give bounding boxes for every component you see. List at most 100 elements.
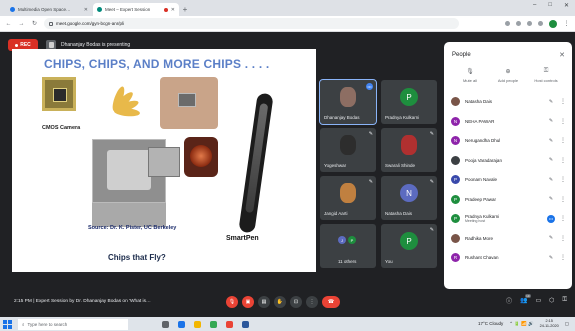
participant-tile-yogeshwar[interactable]: ✎ Yogeshwar xyxy=(320,128,376,172)
more-options-icon[interactable]: ⋮ xyxy=(560,137,566,144)
list-item[interactable]: N Nerugandha Dhul ✎ ⋮ xyxy=(444,131,572,151)
list-item[interactable]: N NEHA PAWAR ✎ ⋮ xyxy=(444,112,572,132)
forward-arrow-icon[interactable]: → xyxy=(18,21,25,27)
camera-off-button[interactable]: ▣ xyxy=(242,296,254,308)
notification-icon[interactable]: ▢ xyxy=(565,321,569,327)
more-options-icon[interactable]: ⋮ xyxy=(560,98,566,105)
edge-icon[interactable] xyxy=(178,320,185,328)
participant-avatar: P xyxy=(451,214,460,224)
close-icon[interactable]: ✕ xyxy=(559,51,565,59)
participant-tile-pradnya[interactable]: P Pradnya Kulkarni xyxy=(381,80,437,124)
call-controls: 🎙 ▣ ▤ ✋ ⊡ ⋮ ☎ xyxy=(226,296,340,308)
back-arrow-icon[interactable]: ← xyxy=(5,21,12,27)
more-options-icon[interactable]: ⋮ xyxy=(560,235,566,242)
extensions-puzzle-icon[interactable] xyxy=(538,21,543,26)
meet-favicon-icon xyxy=(97,7,102,12)
browser-tab-strip: Multimedia Open Space… ✕ Meet – Expert S… xyxy=(0,0,575,16)
mini-avatar: J xyxy=(338,236,346,244)
clock[interactable]: 2:15 24-11-2020 xyxy=(540,319,559,328)
more-options-icon[interactable]: ⋮ xyxy=(560,196,566,203)
host-subtitle: Meeting host xyxy=(465,219,486,224)
list-item[interactable]: P Pradeep Pawar ✎ ⋮ xyxy=(444,190,572,210)
minimize-button[interactable]: – xyxy=(533,2,536,9)
add-people-button[interactable]: ⊕ Add people xyxy=(490,68,526,90)
activities-icon[interactable]: ⬡ xyxy=(549,297,554,304)
mic-muted-icon: ✎ xyxy=(548,137,554,144)
mic-off-button[interactable]: 🎙 xyxy=(226,296,238,308)
file-explorer-icon[interactable] xyxy=(194,320,201,328)
extension-icon[interactable] xyxy=(527,21,532,26)
chip-on-finger-image xyxy=(160,77,218,129)
more-options-icon[interactable]: ⋮ xyxy=(560,176,566,183)
address-bar[interactable]: meet.google.com/gyn-bcgn-anr/pli xyxy=(44,18,459,29)
participant-tile-swarali[interactable]: ✎ Swarali Shinde xyxy=(381,128,437,172)
participant-list: Natasha Dais ✎ ⋮ N NEHA PAWAR ✎ ⋮ N Neru… xyxy=(444,90,572,268)
close-window-button[interactable]: ✕ xyxy=(564,2,569,9)
participant-tile-jangid[interactable]: ✎ Jangid Aarti xyxy=(320,176,376,220)
captions-button[interactable]: ▤ xyxy=(258,296,270,308)
word-icon[interactable] xyxy=(242,320,249,328)
taskbar-search[interactable]: ⌕ Type here to search xyxy=(18,318,128,330)
list-item[interactable]: Radhika More ✎ ⋮ xyxy=(444,229,572,249)
meeting-info: 2:15 PM | Expert Session by Dr. Dhananja… xyxy=(14,299,151,304)
participant-photo xyxy=(340,135,356,155)
more-options-icon[interactable]: ⋮ xyxy=(560,157,566,164)
mute-all-label: Mute all xyxy=(462,78,477,83)
participant-avatar: P xyxy=(400,88,418,106)
list-item[interactable]: R Rushant Chavan ✎ ⋮ xyxy=(444,248,572,268)
maximize-button[interactable]: □ xyxy=(548,2,552,9)
people-button[interactable]: 👥 xyxy=(520,294,532,304)
profile-avatar[interactable] xyxy=(549,19,557,28)
list-item[interactable]: Pooja Varadarajan ✎ ⋮ xyxy=(444,151,572,171)
browser-toolbar: ← → ↻ meet.google.com/gyn-bcgn-anr/pli ⋮ xyxy=(0,16,575,32)
more-options-icon[interactable]: ⋮ xyxy=(560,215,566,222)
sem-inset-image xyxy=(148,147,180,177)
host-lock-icon[interactable]: ⚿ xyxy=(562,297,567,304)
more-options-icon[interactable]: ⋮ xyxy=(560,254,566,261)
participant-tile-others[interactable]: J P 11 others xyxy=(320,224,376,268)
mic-muted-icon: ✎ xyxy=(548,176,554,183)
browser-tab-1[interactable]: Multimedia Open Space… ✕ xyxy=(6,3,92,16)
task-view-icon[interactable] xyxy=(162,320,169,328)
participant-avatar: P xyxy=(451,194,460,204)
new-tab-button[interactable]: + xyxy=(180,3,190,16)
tab-close-icon[interactable]: ✕ xyxy=(84,7,88,13)
window-controls: – □ ✕ xyxy=(533,2,569,9)
host-controls-icon: ⚿ xyxy=(543,68,549,74)
browser-menu-icon[interactable]: ⋮ xyxy=(563,20,570,27)
participant-tile-natasha[interactable]: ✎ N Natasha Dais xyxy=(381,176,437,220)
more-options-icon[interactable]: ⋮ xyxy=(560,118,566,125)
present-button[interactable]: ⊡ xyxy=(290,296,302,308)
participant-tile-dhananjay[interactable]: ••• Dhananjay Bodas xyxy=(319,79,377,125)
list-item[interactable]: Natasha Dais ✎ ⋮ xyxy=(444,92,572,112)
raise-hand-button[interactable]: ✋ xyxy=(274,296,286,308)
store-icon[interactable] xyxy=(210,320,217,328)
smartpen-label: SmartPen xyxy=(226,235,259,242)
leave-call-button[interactable]: ☎ xyxy=(322,296,340,308)
participant-name: You xyxy=(385,259,393,264)
windows-start-icon[interactable] xyxy=(3,319,12,329)
chrome-icon[interactable] xyxy=(226,320,233,328)
more-options-button[interactable]: ⋮ xyxy=(306,296,318,308)
info-icon[interactable]: ⓘ xyxy=(506,296,512,305)
chat-icon[interactable]: ▭ xyxy=(536,297,542,304)
tray-icons[interactable]: ⌃ 🔋 📶 🔊 xyxy=(509,321,533,327)
mic-muted-icon: ✎ xyxy=(548,118,554,125)
camera-indicator-icon[interactable] xyxy=(505,21,510,26)
weather-text[interactable]: 17°C Cloudy xyxy=(478,321,503,326)
mic-muted-icon: ✎ xyxy=(429,131,434,137)
star-icon[interactable] xyxy=(516,21,521,26)
browser-tab-2[interactable]: Meet – Expert Session ✕ xyxy=(93,3,179,16)
tile-options-icon[interactable]: ••• xyxy=(366,83,373,90)
mic-muted-icon: ✎ xyxy=(548,196,554,203)
reload-icon[interactable]: ↻ xyxy=(31,20,38,27)
list-item[interactable]: P Pradnya Kulkarni Meeting host ••• ⋮ xyxy=(444,209,572,229)
participant-name: 11 others xyxy=(338,259,357,264)
mic-muted-icon: ✎ xyxy=(548,98,554,105)
tab-close-icon[interactable]: ✕ xyxy=(171,7,175,13)
mute-all-button[interactable]: 🎙 Mute all xyxy=(452,68,488,90)
participant-tile-you[interactable]: ✎ P You xyxy=(381,224,437,268)
list-item[interactable]: P Poonam Navale ✎ ⋮ xyxy=(444,170,572,190)
presentation-slide: CHIPS, CHIPS, AND MORE CHIPS . . . . CMO… xyxy=(12,49,316,272)
host-controls-button[interactable]: ⚿ Host controls xyxy=(528,68,564,90)
